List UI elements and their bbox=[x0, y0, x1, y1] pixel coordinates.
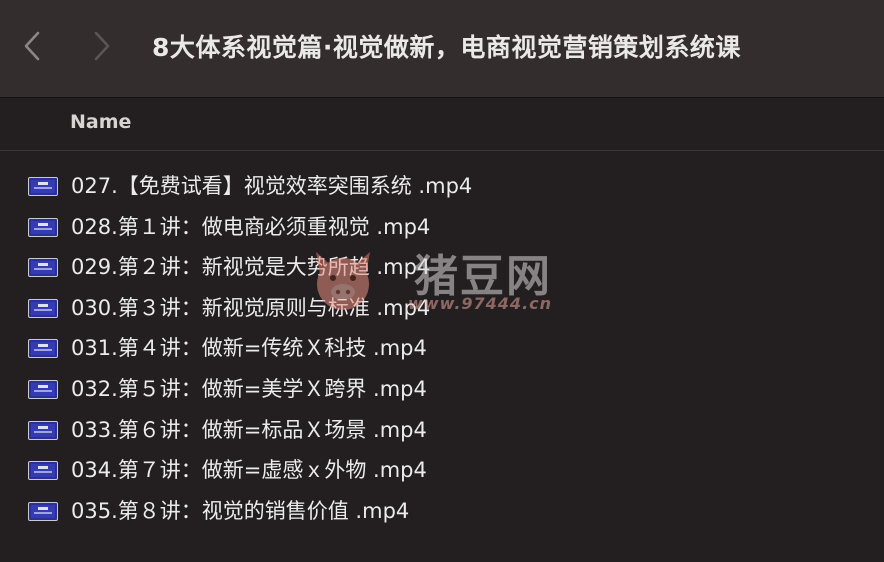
file-name: 027.【免费试看】视觉效率突围系统 .mp4 bbox=[71, 174, 473, 198]
video-file-icon bbox=[28, 339, 58, 359]
file-row[interactable]: 030.第３讲：新视觉原则与标准 .mp4 bbox=[0, 288, 884, 329]
video-file-icon bbox=[28, 217, 58, 237]
file-list-view: Name 027.【免费试看】视觉效率突围系统 .mp4 028.第１讲：做电商… bbox=[0, 99, 884, 562]
file-name: 032.第５讲：做新=美学Ｘ跨界 .mp4 bbox=[71, 376, 427, 401]
name-column-header[interactable]: Name bbox=[70, 111, 131, 133]
file-name: 035.第８讲：视觉的销售价值 .mp4 bbox=[71, 498, 410, 523]
file-row[interactable]: 032.第５讲：做新=美学Ｘ跨界 .mp4 bbox=[0, 369, 884, 410]
file-name: 028.第１讲：做电商必须重视觉 .mp4 bbox=[71, 214, 431, 239]
video-file-icon bbox=[28, 298, 58, 318]
window-title: 8大体系视觉篇·视觉做新，电商视觉营销策划系统课 bbox=[152, 33, 741, 62]
file-name: 033.第６讲：做新=标品Ｘ场景 .mp4 bbox=[71, 417, 427, 442]
video-file-icon bbox=[28, 501, 58, 521]
file-row[interactable]: 035.第８讲：视觉的销售价值 .mp4 bbox=[0, 491, 884, 532]
chevron-right-icon bbox=[94, 31, 110, 61]
video-file-icon bbox=[28, 461, 58, 481]
window-toolbar: 8大体系视觉篇·视觉做新，电商视觉营销策划系统课 bbox=[0, 0, 884, 98]
file-row[interactable]: 028.第１讲：做电商必须重视觉 .mp4 bbox=[0, 207, 884, 248]
file-list: 027.【免费试看】视觉效率突围系统 .mp4 028.第１讲：做电商必须重视觉… bbox=[0, 166, 884, 531]
file-row[interactable]: 031.第４讲：做新=传统Ｘ科技 .mp4 bbox=[0, 328, 884, 369]
file-row[interactable]: 034.第７讲：做新=虚感ｘ外物 .mp4 bbox=[0, 450, 884, 491]
file-name: 029.第２讲：新视觉是大势所趋 .mp4 bbox=[71, 255, 431, 280]
forward-button[interactable] bbox=[82, 24, 122, 68]
file-row[interactable]: 027.【免费试看】视觉效率突围系统 .mp4 bbox=[0, 166, 884, 207]
file-row[interactable]: 029.第２讲：新视觉是大势所趋 .mp4 bbox=[0, 247, 884, 288]
back-button[interactable] bbox=[12, 24, 52, 68]
chevron-left-icon bbox=[24, 31, 40, 61]
video-file-icon bbox=[28, 379, 58, 399]
video-file-icon bbox=[28, 177, 58, 196]
file-row[interactable]: 033.第６讲：做新=标品Ｘ场景 .mp4 bbox=[0, 410, 884, 451]
file-name: 034.第７讲：做新=虚感ｘ外物 .mp4 bbox=[71, 458, 427, 483]
column-header: Name bbox=[0, 99, 884, 151]
video-file-icon bbox=[28, 420, 58, 440]
video-file-icon bbox=[28, 258, 58, 278]
file-name: 031.第４讲：做新=传统Ｘ科技 .mp4 bbox=[71, 336, 427, 361]
file-name: 030.第３讲：新视觉原则与标准 .mp4 bbox=[71, 295, 431, 320]
